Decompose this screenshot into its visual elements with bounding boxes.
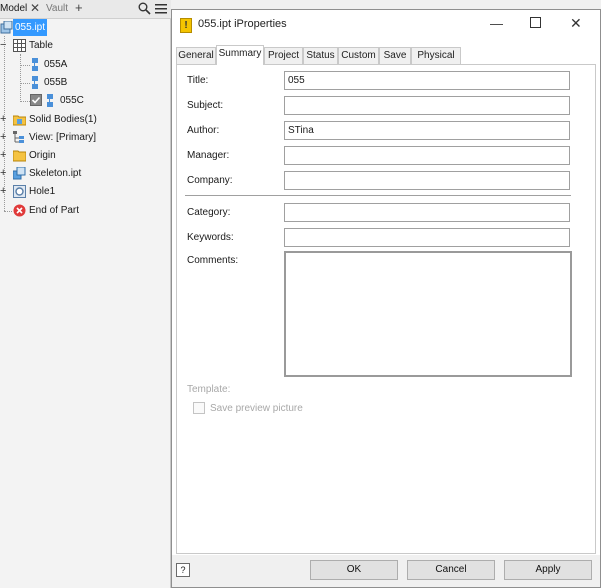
tree-item-label: Hole1 (29, 186, 56, 197)
author-label: Author: (187, 125, 220, 136)
part-icon (0, 20, 13, 34)
view-icon (13, 131, 26, 144)
tab-physical[interactable]: Physical (411, 47, 461, 64)
row-icon (30, 58, 43, 71)
expand-icon[interactable]: + (0, 129, 6, 146)
manager-label: Manager: (187, 150, 230, 161)
company-label: Company: (187, 175, 233, 186)
subject-field[interactable] (284, 96, 570, 115)
folder-icon (12, 149, 27, 162)
category-label: Category: (187, 207, 231, 218)
tab-project[interactable]: Project (264, 47, 303, 64)
tab-save[interactable]: Save (379, 47, 411, 64)
expand-icon[interactable]: + (0, 147, 6, 164)
tab-model[interactable]: Model (0, 3, 27, 14)
row-icon (30, 76, 43, 89)
manager-field[interactable] (284, 146, 570, 165)
tab-summary[interactable]: Summary (216, 45, 264, 65)
model-browser: Model ✕ Vault + 055.ipt − Table 055A 055… (0, 0, 171, 588)
derived-part-icon (12, 166, 26, 180)
tree-item-row-055b[interactable]: 055B (0, 74, 171, 91)
window-close-icon[interactable]: ✕ (570, 15, 582, 32)
add-tab-icon[interactable]: + (75, 0, 83, 15)
expand-icon[interactable]: + (0, 183, 6, 200)
checkbox-checked-icon[interactable] (30, 94, 43, 107)
tree-item-label: View: [Primary] (29, 132, 97, 143)
author-field[interactable]: STina (284, 121, 570, 140)
keywords-field[interactable] (284, 228, 570, 247)
solid-bodies-icon (12, 113, 27, 126)
end-of-part-icon (13, 204, 26, 217)
keywords-label: Keywords: (187, 232, 234, 243)
company-field[interactable] (284, 171, 570, 190)
section-divider (185, 195, 571, 196)
row-icon (45, 94, 58, 107)
minimize-icon[interactable]: — (490, 16, 503, 31)
title-label: Title: (187, 75, 209, 86)
tree-item-row-055a[interactable]: 055A (0, 56, 171, 73)
apply-button[interactable]: Apply (504, 560, 592, 580)
comments-label: Comments: (187, 255, 239, 266)
tree-item-label: Solid Bodies(1) (29, 114, 97, 125)
tree-item-hole[interactable]: + Hole1 (0, 183, 171, 200)
table-icon (13, 39, 26, 52)
maximize-icon[interactable] (530, 16, 541, 31)
save-preview-label: Save preview picture (210, 403, 303, 414)
tab-status[interactable]: Status (303, 47, 338, 64)
hole-icon (13, 185, 26, 198)
dialog-title: 055.ipt iProperties (198, 18, 287, 30)
title-field[interactable]: 055 (284, 71, 570, 90)
tree-item-solid-bodies[interactable]: + Solid Bodies(1) (0, 111, 171, 128)
tree-item-skeleton[interactable]: + Skeleton.ipt (0, 165, 171, 182)
tree-item-label: 055B (44, 77, 68, 88)
tree-item-origin[interactable]: + Origin (0, 147, 171, 164)
tree-item-label: Table (29, 40, 53, 51)
expand-icon[interactable]: + (0, 165, 6, 182)
help-button[interactable]: ? (176, 563, 190, 577)
tree-item-label: 055A (44, 59, 68, 70)
tree-item-label: 055C (60, 95, 84, 106)
category-field[interactable] (284, 203, 570, 222)
tab-custom[interactable]: Custom (338, 47, 379, 64)
subject-label: Subject: (187, 100, 224, 111)
dialog-footer: ? OK Cancel Apply (172, 555, 600, 587)
template-label: Template: (187, 384, 231, 395)
menu-icon[interactable] (155, 3, 167, 17)
tree-item-label: End of Part (29, 205, 80, 216)
save-preview-checkbox[interactable] (193, 402, 205, 414)
tree-item-root[interactable]: 055.ipt (0, 19, 171, 36)
search-icon[interactable] (138, 2, 151, 18)
tree-item-label: Origin (29, 150, 56, 161)
tree-item-row-055c[interactable]: 055C (0, 92, 171, 109)
tree-item-end-of-part[interactable]: End of Part (0, 202, 171, 219)
collapse-icon[interactable]: − (0, 37, 6, 54)
expand-icon[interactable]: + (0, 111, 6, 128)
iproperties-dialog: ! 055.ipt iProperties — ✕ General Summar… (171, 9, 601, 588)
cancel-button[interactable]: Cancel (407, 560, 495, 580)
close-icon[interactable]: ✕ (30, 1, 40, 15)
tree-item-label: Skeleton.ipt (29, 168, 82, 179)
summary-panel: Title: 055 Subject: Author: STina Manage… (176, 64, 596, 554)
tree-item-view[interactable]: + View: [Primary] (0, 129, 171, 146)
ok-button[interactable]: OK (310, 560, 398, 580)
comments-textarea[interactable] (284, 251, 572, 377)
tree-item-table[interactable]: − Table (0, 37, 171, 54)
tree-item-label: 055.ipt (13, 19, 48, 36)
iproperties-icon: ! (180, 18, 192, 33)
tab-general[interactable]: General (176, 47, 216, 64)
browser-tab-bar: Model ✕ Vault + (0, 0, 171, 19)
dialog-titlebar[interactable]: ! 055.ipt iProperties — ✕ (172, 10, 600, 40)
tab-vault[interactable]: Vault (46, 3, 68, 14)
